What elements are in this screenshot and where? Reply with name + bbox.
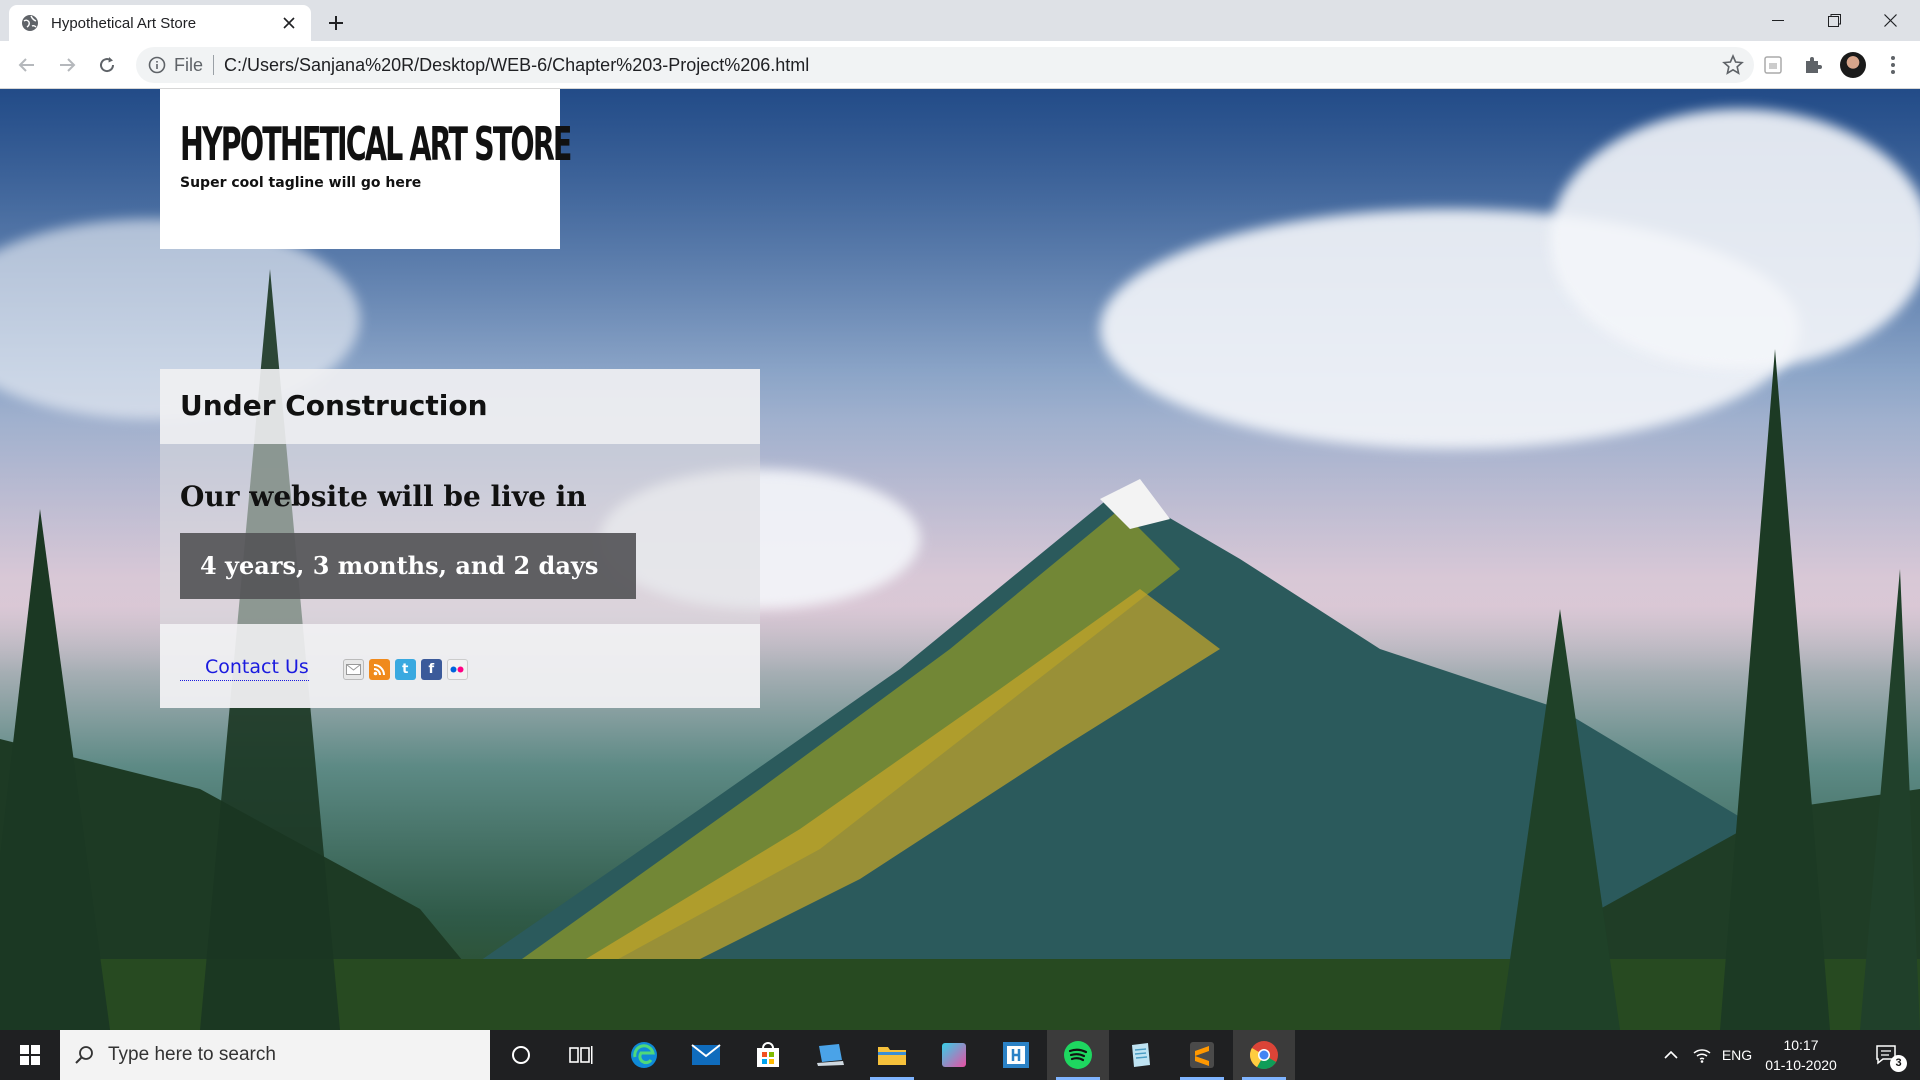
back-button[interactable] bbox=[12, 50, 42, 80]
app-icon[interactable] bbox=[923, 1030, 985, 1080]
notepad-icon[interactable] bbox=[1109, 1030, 1171, 1080]
wifi-icon[interactable] bbox=[1688, 1030, 1716, 1080]
twitter-icon[interactable]: t bbox=[394, 659, 416, 680]
forward-button[interactable] bbox=[52, 50, 82, 80]
globe-icon bbox=[22, 15, 38, 31]
menu-kebab-icon[interactable] bbox=[1880, 52, 1906, 78]
facebook-icon[interactable]: f bbox=[420, 659, 442, 680]
site-tagline: Super cool tagline will go here bbox=[180, 175, 422, 191]
notification-count-badge: 3 bbox=[1890, 1055, 1907, 1072]
logo-box: Hypothetical Art Store Super cool taglin… bbox=[160, 89, 572, 249]
reload-button[interactable] bbox=[92, 50, 122, 80]
close-window-button[interactable] bbox=[1862, 0, 1918, 41]
site-logo[interactable]: Hypothetical Art Store bbox=[180, 119, 572, 169]
clock-date: 01-10-2020 bbox=[1765, 1057, 1837, 1073]
social-icons: t f bbox=[342, 659, 468, 680]
chrome-icon[interactable] bbox=[1233, 1030, 1295, 1080]
rss-icon[interactable] bbox=[368, 659, 390, 680]
notification-center-icon[interactable]: 3 bbox=[1862, 1030, 1912, 1080]
info-icon[interactable] bbox=[148, 56, 166, 74]
bookmark-star-icon[interactable] bbox=[1722, 54, 1744, 76]
laptop-app-icon[interactable] bbox=[799, 1030, 861, 1080]
browser-tab[interactable]: Hypothetical Art Store bbox=[9, 5, 311, 41]
url-text[interactable]: C:/Users/Sanjana%20R/Desktop/WEB-6/Chapt… bbox=[224, 55, 809, 76]
page-viewport: Hypothetical Art Store Super cool taglin… bbox=[0, 89, 1920, 1030]
search-icon bbox=[75, 1046, 93, 1064]
profile-avatar[interactable] bbox=[1840, 52, 1866, 78]
edge-icon[interactable] bbox=[613, 1030, 675, 1080]
windows-taskbar: Type here to search ENG 10:17 01-10-2020… bbox=[0, 1030, 1920, 1080]
taskbar-search-box[interactable]: Type here to search bbox=[60, 1030, 490, 1080]
panel-footer: Contact Us t f bbox=[160, 624, 760, 708]
contact-us-link[interactable]: Contact Us bbox=[180, 656, 309, 681]
start-button[interactable] bbox=[0, 1030, 60, 1080]
minimize-button[interactable] bbox=[1750, 0, 1806, 41]
sublime-text-icon[interactable] bbox=[1171, 1030, 1233, 1080]
countdown-text: 4 years, 3 months, and 2 days bbox=[200, 551, 599, 580]
frame-app-icon[interactable] bbox=[985, 1030, 1047, 1080]
browser-toolbar: File C:/Users/Sanjana%20R/Desktop/WEB-6/… bbox=[0, 41, 1920, 89]
language-indicator[interactable]: ENG bbox=[1718, 1030, 1756, 1080]
spotify-icon[interactable] bbox=[1047, 1030, 1109, 1080]
address-bar[interactable]: File C:/Users/Sanjana%20R/Desktop/WEB-6/… bbox=[136, 47, 1754, 83]
url-scheme: File bbox=[174, 54, 204, 75]
search-placeholder: Type here to search bbox=[108, 1044, 276, 1065]
mail-icon[interactable] bbox=[342, 659, 364, 680]
restore-button[interactable] bbox=[1806, 0, 1862, 41]
browser-tabstrip: Hypothetical Art Store bbox=[0, 0, 1920, 41]
url-separator bbox=[213, 55, 215, 75]
flickr-icon[interactable] bbox=[446, 659, 468, 680]
construction-panel: Under Construction Our website will be l… bbox=[160, 369, 760, 708]
show-hidden-icons-chevron-icon[interactable] bbox=[1656, 1030, 1686, 1080]
file-explorer-icon[interactable] bbox=[861, 1030, 923, 1080]
clock-time: 10:17 bbox=[1783, 1037, 1819, 1053]
new-tab-button[interactable] bbox=[322, 9, 350, 37]
windows-logo-icon bbox=[20, 1045, 40, 1065]
close-tab-icon[interactable] bbox=[279, 13, 299, 33]
extension-box-icon[interactable] bbox=[1760, 52, 1786, 78]
countdown-box: 4 years, 3 months, and 2 days bbox=[180, 533, 637, 599]
panel-body: Our website will be live in 4 years, 3 m… bbox=[160, 444, 760, 624]
panel-heading: Under Construction bbox=[160, 369, 760, 444]
taskbar-clock[interactable]: 10:17 01-10-2020 bbox=[1756, 1035, 1846, 1075]
live-in-heading: Our website will be live in bbox=[180, 480, 587, 513]
store-icon[interactable] bbox=[737, 1030, 799, 1080]
mail-app-icon[interactable] bbox=[675, 1030, 737, 1080]
task-view-icon[interactable] bbox=[550, 1030, 612, 1080]
extensions-puzzle-icon[interactable] bbox=[1800, 52, 1826, 78]
tab-title: Hypothetical Art Store bbox=[51, 14, 197, 32]
cortana-icon[interactable] bbox=[490, 1030, 552, 1080]
